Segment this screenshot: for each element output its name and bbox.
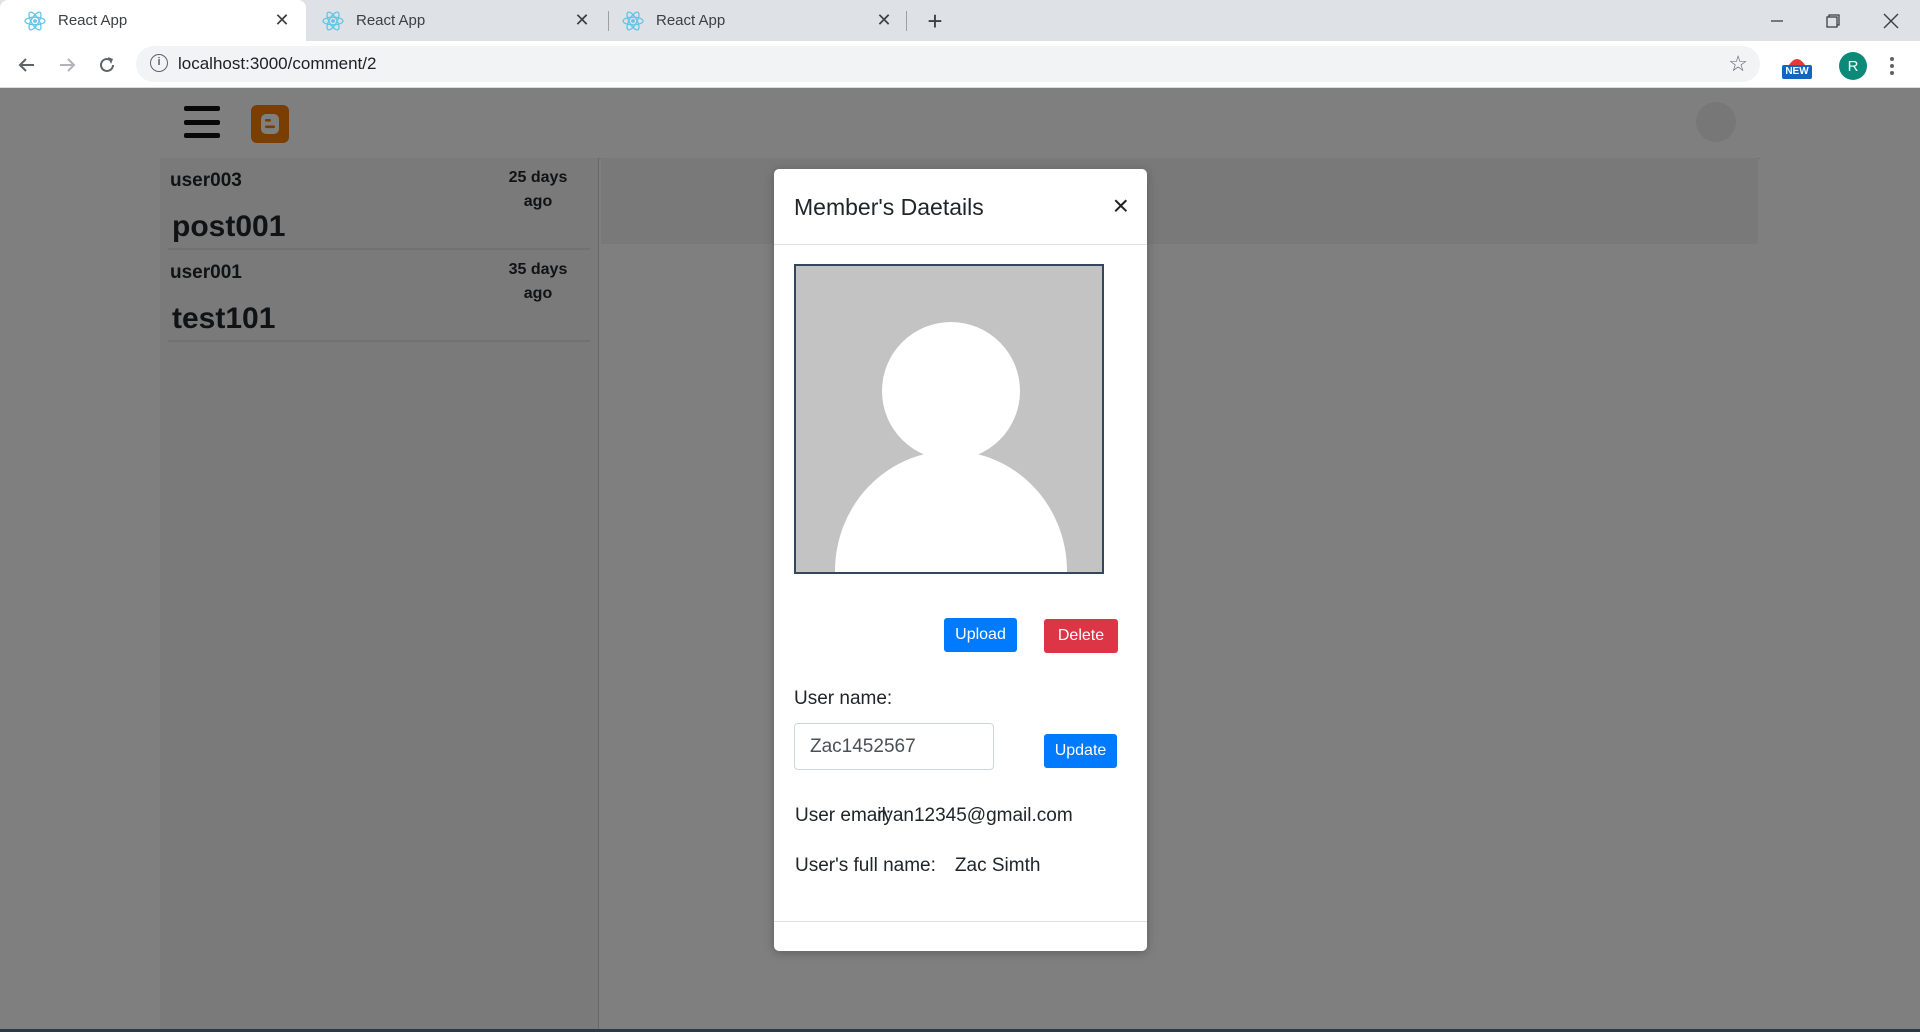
back-arrow-icon[interactable] (12, 50, 42, 80)
restore-icon[interactable] (1810, 0, 1856, 41)
tab-divider (906, 11, 907, 31)
close-icon[interactable]: × (1113, 191, 1129, 221)
email-row: User email: ryan12345@gmail.com (795, 805, 1073, 827)
extension-badge: NEW (1785, 66, 1809, 77)
modal-title: Member's Daetails (794, 194, 984, 220)
more-menu-icon[interactable] (1884, 52, 1900, 80)
extension-icon[interactable]: NEW (1780, 53, 1814, 81)
new-tab-button[interactable]: + (922, 6, 948, 36)
react-icon (322, 10, 344, 32)
window-close-icon[interactable] (1868, 0, 1914, 41)
update-button[interactable]: Update (1044, 734, 1117, 768)
fullname-label: User's full name: (795, 855, 936, 876)
profile-photo-placeholder (794, 264, 1104, 574)
email-value: ryan12345@gmail.com (877, 805, 1073, 826)
minimize-icon[interactable] (1754, 0, 1800, 41)
info-icon[interactable]: i (150, 54, 168, 72)
react-icon (24, 10, 46, 32)
browser-tab-strip: React App ✕ React App ✕ React App ✕ + (0, 0, 1920, 41)
browser-tab-3[interactable]: React App ✕ (608, 0, 908, 41)
forward-arrow-icon[interactable] (52, 50, 82, 80)
browser-tab-2[interactable]: React App ✕ (306, 0, 606, 41)
react-icon (622, 10, 644, 32)
fullname-value: Zac Simth (954, 855, 1041, 876)
reload-icon[interactable] (92, 50, 122, 80)
browser-tab-1[interactable]: React App ✕ (0, 0, 306, 41)
browser-toolbar: i localhost:3000/comment/2 ☆ (0, 41, 1920, 88)
close-icon[interactable]: ✕ (874, 10, 894, 31)
modal-footer-divider (774, 921, 1147, 922)
delete-button[interactable]: Delete (1044, 619, 1118, 653)
tab-title: React App (656, 12, 726, 29)
avatar-head-shape (882, 322, 1020, 460)
bookmark-star-icon[interactable]: ☆ (1728, 51, 1748, 77)
close-icon[interactable]: ✕ (572, 10, 592, 31)
tab-title: React App (58, 12, 128, 29)
tab-title: React App (356, 12, 426, 29)
username-label: User name: (794, 688, 893, 709)
modal-header: Member's Daetails × (774, 169, 1147, 245)
profile-avatar[interactable]: R (1839, 52, 1867, 80)
avatar-body-shape (835, 451, 1067, 572)
close-icon[interactable]: ✕ (272, 10, 292, 31)
address-bar[interactable]: i localhost:3000/comment/2 ☆ (136, 46, 1760, 82)
fullname-row: User's full name: Zac Simth (795, 855, 1040, 877)
url-text[interactable]: localhost:3000/comment/2 (178, 54, 376, 74)
upload-button[interactable]: Upload (944, 618, 1017, 652)
username-input[interactable] (794, 723, 994, 770)
member-details-modal: Member's Daetails × Upload Delete User n… (774, 169, 1147, 951)
